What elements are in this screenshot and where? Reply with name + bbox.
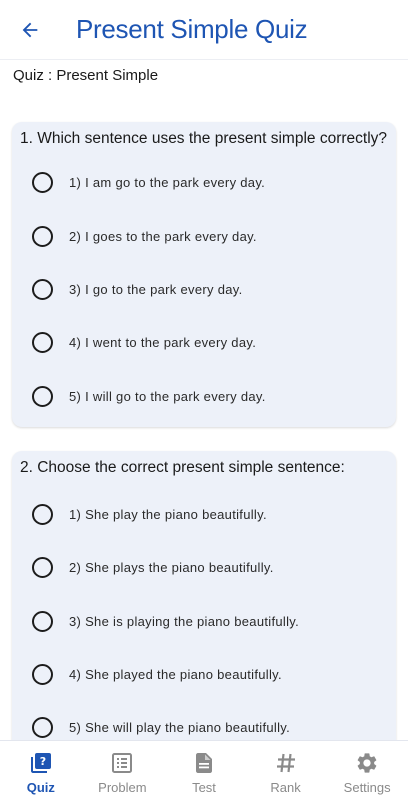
list-icon xyxy=(110,751,134,775)
nav-label: Settings xyxy=(343,780,391,795)
option-3[interactable]: 3) She is playing the piano beautifully. xyxy=(32,601,384,641)
option-label: 3) I go to the park every day. xyxy=(69,281,243,297)
option-label: 4) I went to the park every day. xyxy=(69,334,257,350)
nav-item-quiz[interactable]: ? Quiz xyxy=(0,741,82,800)
back-button[interactable] xyxy=(10,10,50,50)
hash-icon xyxy=(274,751,298,775)
nav-label: Quiz xyxy=(26,780,55,795)
option-3[interactable]: 3) I go to the park every day. xyxy=(32,269,384,309)
option-label: 1) She play the piano beautifully. xyxy=(69,506,267,522)
radio-button[interactable] xyxy=(32,385,53,407)
option-label: 2) She plays the piano beautifully. xyxy=(69,559,274,575)
quiz-icon: ? xyxy=(29,751,53,775)
document-icon xyxy=(192,751,216,775)
option-label: 1) I am go to the park every day. xyxy=(69,174,266,190)
question-card-2: 2. Choose the correct present simple sen… xyxy=(12,451,396,740)
radio-button[interactable] xyxy=(32,171,53,193)
option-4[interactable]: 4) She played the piano beautifully. xyxy=(32,654,384,694)
quiz-subtitle: Quiz : Present Simple xyxy=(13,67,159,84)
nav-label: Test xyxy=(192,780,216,795)
option-label: 3) She is playing the piano beautifully. xyxy=(69,613,300,629)
radio-button[interactable] xyxy=(32,610,53,632)
radio-button[interactable] xyxy=(32,503,53,525)
radio-button[interactable] xyxy=(32,331,53,353)
question-card-1: 1. Which sentence uses the present simpl… xyxy=(12,122,396,427)
option-4[interactable]: 4) I went to the park every day. xyxy=(32,322,384,362)
option-1[interactable]: 1) She play the piano beautifully. xyxy=(32,494,384,534)
bottom-navigation: ? Quiz Problem Test Rank Settings xyxy=(0,740,408,800)
nav-label: Problem xyxy=(98,780,147,795)
radio-button[interactable] xyxy=(32,716,53,738)
radio-button[interactable] xyxy=(32,225,53,247)
nav-item-settings[interactable]: Settings xyxy=(326,741,408,800)
option-label: 5) I will go to the park every day. xyxy=(69,388,266,404)
quiz-content[interactable]: Quiz : Present Simple 1. Which sentence … xyxy=(0,60,408,740)
app-screen: Present Simple Quiz Quiz : Present Simpl… xyxy=(0,0,408,800)
gear-icon xyxy=(355,751,379,775)
option-2[interactable]: 2) She plays the piano beautifully. xyxy=(32,547,384,587)
nav-item-test[interactable]: Test xyxy=(163,741,245,800)
svg-text:?: ? xyxy=(40,755,46,768)
radio-button[interactable] xyxy=(32,556,53,578)
nav-item-rank[interactable]: Rank xyxy=(245,741,327,800)
option-1[interactable]: 1) I am go to the park every day. xyxy=(32,162,384,202)
radio-button[interactable] xyxy=(32,663,53,685)
nav-item-problem[interactable]: Problem xyxy=(82,741,164,800)
nav-label: Rank xyxy=(270,780,301,795)
option-label: 2) I goes to the park every day. xyxy=(69,228,257,244)
option-2[interactable]: 2) I goes to the park every day. xyxy=(32,216,384,256)
option-5[interactable]: 5) I will go to the park every day. xyxy=(32,376,384,416)
question-text: 1. Which sentence uses the present simpl… xyxy=(20,130,388,147)
page-title: Present Simple Quiz xyxy=(76,14,308,44)
option-label: 4) She played the piano beautifully. xyxy=(69,666,282,682)
radio-button[interactable] xyxy=(32,278,53,300)
option-label: 5) She will play the piano beautifully. xyxy=(69,719,291,735)
question-text: 2. Choose the correct present simple sen… xyxy=(20,459,345,476)
arrow-left-icon xyxy=(22,22,38,37)
option-5[interactable]: 5) She will play the piano beautifully. xyxy=(32,707,384,740)
top-app-bar: Present Simple Quiz xyxy=(0,0,408,60)
